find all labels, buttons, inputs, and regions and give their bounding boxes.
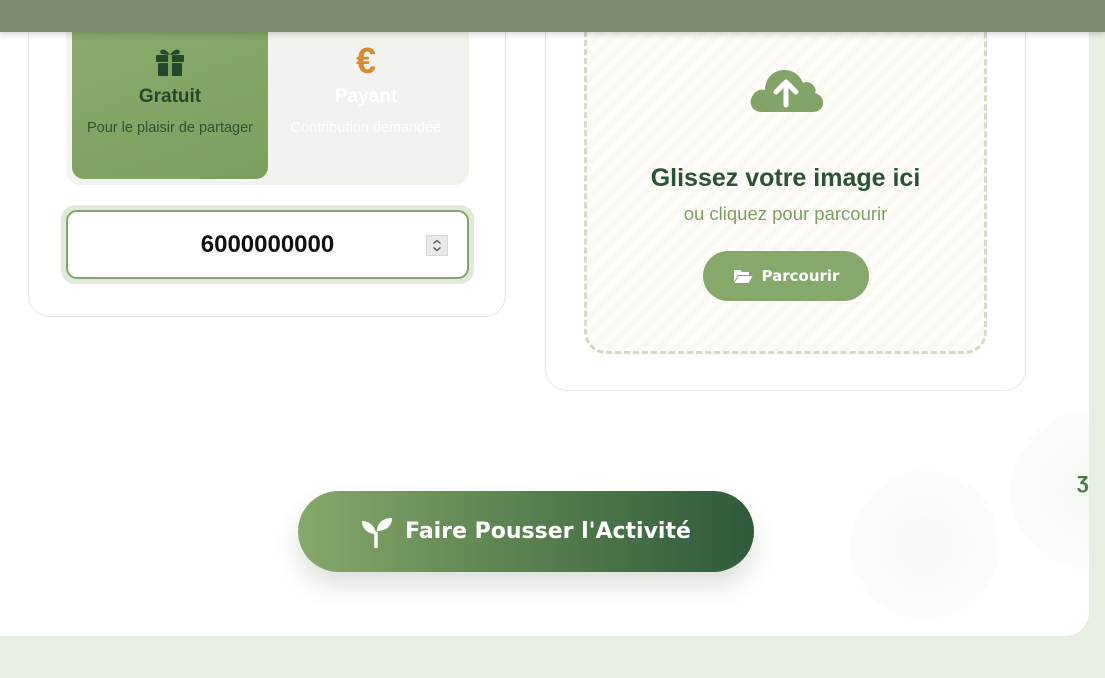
leaf-decoration-icon: ʒ [1077, 468, 1089, 493]
gift-icon [72, 44, 268, 78]
amount-input[interactable] [66, 210, 469, 279]
pricing-type-toggle: Gratuit Pour le plaisir de partager € Pa… [66, 20, 469, 185]
stepper-arrows-icon [433, 239, 441, 252]
decorative-circle [850, 470, 1000, 620]
grow-activity-button[interactable]: Faire Pousser l'Activité [298, 491, 754, 572]
seedling-icon [362, 517, 393, 548]
euro-icon: € [355, 40, 377, 81]
pricing-option-title: Payant [334, 86, 398, 107]
amount-stepper[interactable] [426, 235, 448, 256]
amount-field-wrapper [61, 205, 474, 284]
browse-button[interactable]: Parcourir [703, 251, 869, 301]
pricing-option-title: Gratuit [138, 86, 202, 107]
dropzone-title: Glissez votre image ici [650, 164, 921, 192]
pricing-option-paid[interactable]: € Payant Contribution demandée [268, 20, 464, 179]
folder-open-icon [733, 270, 753, 283]
pricing-option-description: Contribution demandée [290, 120, 442, 136]
top-bar [0, 0, 1105, 32]
grow-activity-button-label: Faire Pousser l'Activité [405, 519, 691, 544]
dropzone-subtitle: ou cliquez pour parcourir [683, 203, 888, 224]
pricing-option-free[interactable]: Gratuit Pour le plaisir de partager [72, 20, 268, 179]
browse-button-label: Parcourir [761, 267, 840, 285]
pricing-option-description: Pour le plaisir de partager [86, 120, 254, 136]
form-card: ʒ Gratuit Pour le plaisir de partager € … [0, 0, 1089, 636]
cloud-upload-icon [748, 58, 824, 114]
